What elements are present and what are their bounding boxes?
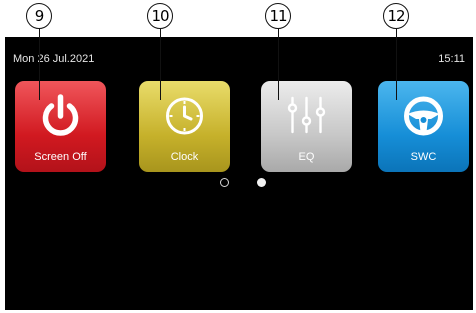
callout-marker-10: 10 [147,3,173,29]
power-icon [15,81,106,151]
callout-leader-line [396,29,397,100]
callout-marker-9: 9 [26,3,52,29]
callout-marker-12: 12 [383,3,409,29]
page-indicator-dot-2-active[interactable] [257,178,266,187]
app-label-eq: EQ [298,151,315,163]
app-label-swc: SWC [410,151,437,163]
app-tile-swc[interactable]: SWC [378,81,469,172]
app-label-screen-off: Screen Off [34,151,87,163]
callout-leader-line [160,29,161,100]
app-tile-screen-off[interactable]: Screen Off [15,81,106,172]
date-display: Mon 26 Jul.2021 [13,53,95,65]
callout-leader-line [39,29,40,100]
callout-marker-11: 11 [265,3,291,29]
app-tile-eq[interactable]: EQ [261,81,352,172]
app-label-clock: Clock [170,151,199,163]
equalizer-icon [261,81,352,151]
home-screen: Mon 26 Jul.2021 15:11 Screen Off Clock E… [5,37,473,310]
app-tile-clock[interactable]: Clock [139,81,230,172]
page-indicator-dot-1[interactable] [220,178,229,187]
steering-wheel-icon [378,81,469,151]
clock-display: 15:11 [438,53,465,65]
clock-icon [139,81,230,151]
callout-leader-line [278,29,279,100]
